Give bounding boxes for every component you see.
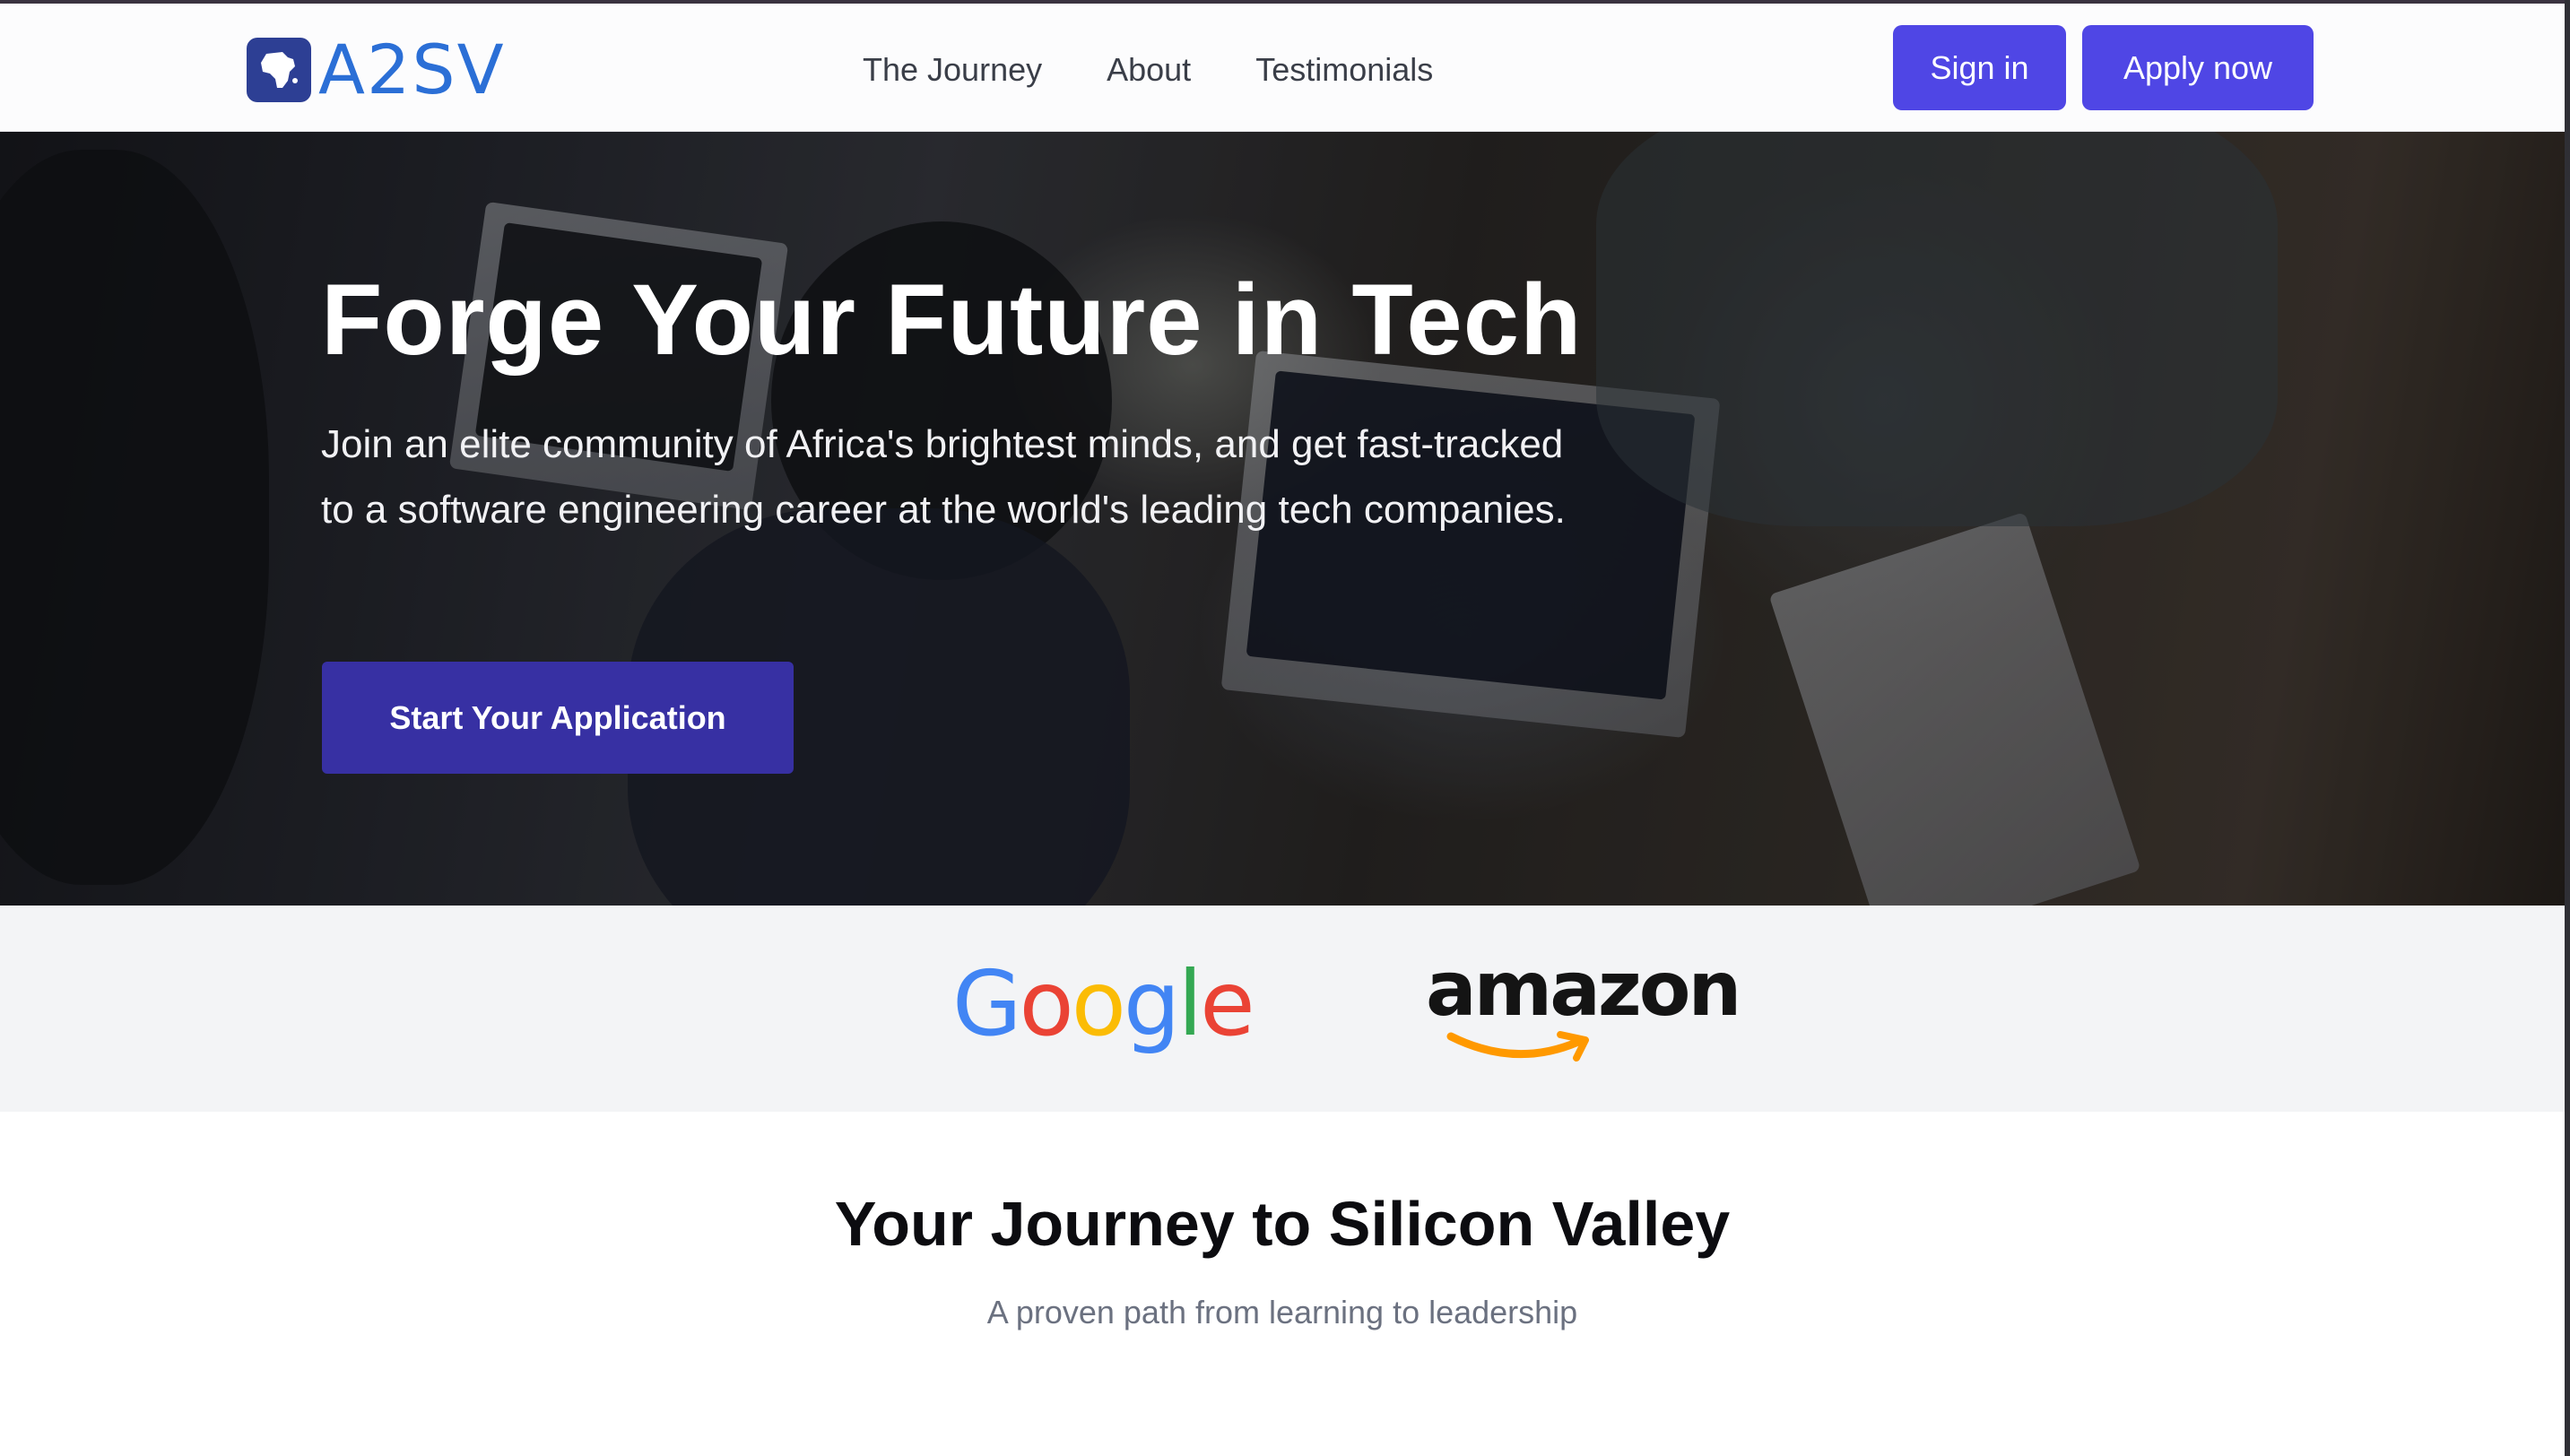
amazon-smile-icon bbox=[1446, 1031, 1589, 1062]
nav-about[interactable]: About bbox=[1107, 48, 1191, 91]
hero-title: Forge Your Future in Tech bbox=[321, 264, 1583, 376]
amazon-wordmark: amazon bbox=[1426, 945, 1741, 1033]
window-frame-right bbox=[2565, 0, 2570, 1456]
main-nav: The Journey About Testimonials bbox=[863, 48, 1433, 91]
hero-section: Forge Your Future in Tech Join an elite … bbox=[0, 132, 2565, 906]
hero-subtitle: Join an elite community of Africa's brig… bbox=[321, 422, 1566, 532]
partner-logos: Google amazon bbox=[0, 906, 2565, 1112]
journey-subtitle: A proven path from learning to leadershi… bbox=[986, 1294, 1578, 1330]
apply-now-button[interactable]: Apply now bbox=[2082, 25, 2314, 110]
sign-in-button[interactable]: Sign in bbox=[1893, 25, 2066, 110]
logo-wordmark: A2SV bbox=[318, 30, 506, 109]
amazon-logo: amazon bbox=[1426, 945, 1741, 1065]
africa-map-icon bbox=[247, 38, 311, 102]
start-application-button[interactable]: Start Your Application bbox=[322, 662, 794, 774]
nav-testimonials[interactable]: Testimonials bbox=[1255, 48, 1433, 91]
google-logo: Google bbox=[952, 951, 1255, 1056]
nav-the-journey[interactable]: The Journey bbox=[863, 48, 1042, 91]
a2sv-logo[interactable]: A2SV bbox=[247, 36, 506, 104]
site-header: A2SV The Journey About Testimonials Sign… bbox=[0, 4, 2565, 132]
journey-title: Your Journey to Silicon Valley bbox=[834, 1189, 1731, 1259]
